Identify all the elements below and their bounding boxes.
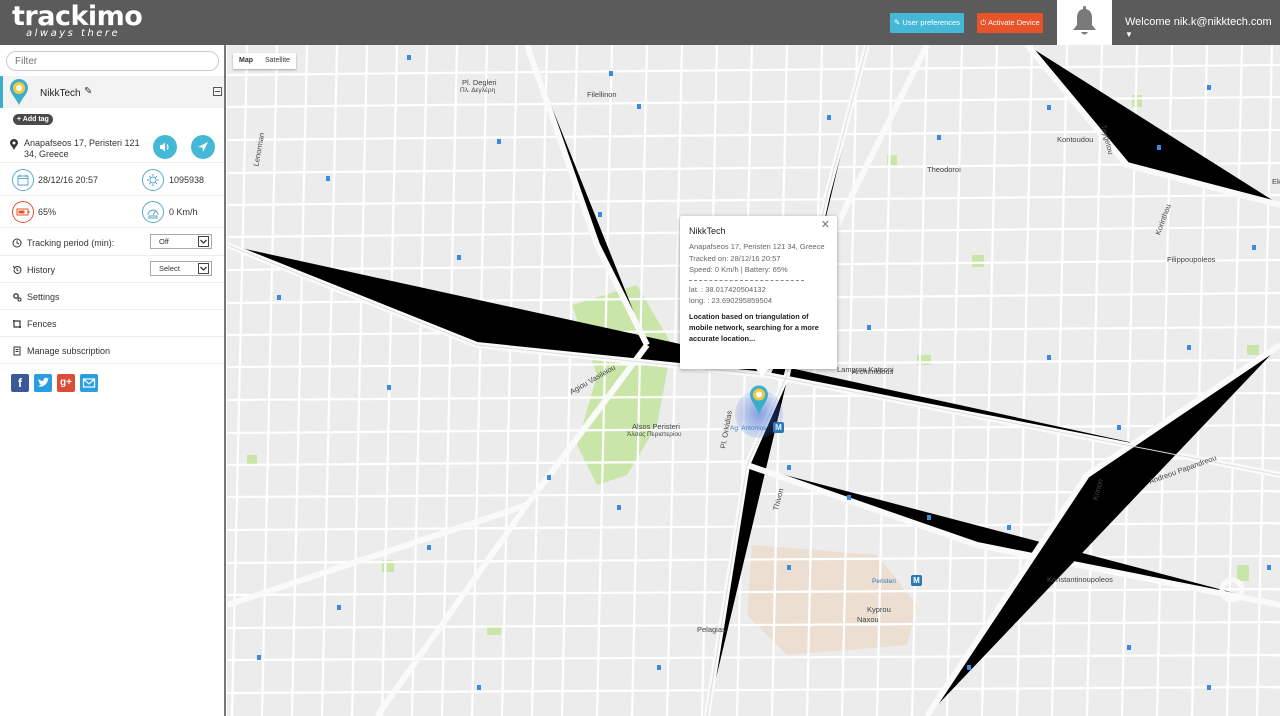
popup-longitude: long. : 23.690295859504 [689,296,772,306]
popup-speed-battery: Speed: 0 Km/h | Battery: 65% [689,264,788,274]
history-select[interactable]: Select [150,261,212,276]
date-id-row: 28/12/16 20:57 1095938 [0,164,224,196]
twitter-icon[interactable] [34,374,52,392]
facebook-icon[interactable]: f [11,374,29,392]
popup-address: Anapafseos 17, Peristeri 121 34, Greece [689,242,825,252]
map-type-map[interactable]: Map [233,53,259,69]
email-icon[interactable] [80,374,98,392]
device-info-popup: ✕ NikkTech Anapafseos 17, Peristeri 121 … [680,216,837,377]
speaker-icon [160,142,169,152]
device-location-pin-icon[interactable] [749,385,769,415]
popup-title: NikkTech [689,226,726,236]
locate-button[interactable] [191,135,215,159]
tracking-period-label: Tracking period (min): [27,238,115,248]
chevron-down-icon [198,236,209,247]
popup-tracked: Tracked on: 28/12/16 20:57 [689,253,781,263]
collapse-icon[interactable] [213,87,222,96]
battery-speed-row: 65% 0 Km/h [0,196,224,228]
calendar-icon [12,169,34,191]
map-type-control: Map Satellite [233,53,296,69]
device-address: Anapafseos 17, Peristeri 121 34, Greece [24,138,140,159]
welcome-text: Welcome nik.k@nikktech.com [1125,16,1272,28]
speed: 0 Km/h [169,207,198,217]
user-menu[interactable]: Welcome nik.k@nikktech.com ▼ [1125,16,1280,40]
popup-divider [689,280,804,282]
popup-note: Location based on triangulation of mobil… [689,311,819,344]
history-value: Select [159,264,180,273]
top-bar: trackimo always there ✎ User preferences… [0,0,1280,45]
user-preferences-button[interactable]: ✎ User preferences [890,13,964,33]
chevron-down-icon [198,263,209,274]
fence-icon [13,320,21,328]
settings-label: Settings [27,292,60,302]
sound-button[interactable] [153,135,177,159]
tracking-period-select[interactable]: Off [150,234,212,249]
clock-icon [12,238,22,248]
map-type-satellite[interactable]: Satellite [259,53,296,69]
fences-label: Fences [27,319,57,329]
history-icon [12,265,22,274]
map-canvas[interactable]: Pl. Degleri Πλ. Δεγλέρη Alsos Peristeri … [227,45,1280,716]
fences-row[interactable]: Fences [0,310,224,337]
device-row[interactable]: NikkTech ✎ [0,76,224,108]
bell-icon [1073,6,1096,35]
device-id: 1095938 [169,175,205,185]
notifications-button[interactable] [1057,0,1112,45]
settings-row[interactable]: Settings [0,283,224,310]
popup-latitude: lat. : 38.017420504132 [689,285,766,295]
trackimo-logo[interactable]: trackimo always there [12,1,143,39]
device-pin-icon [10,79,28,105]
device-id-icon [142,169,164,191]
battery-level: 65% [38,207,57,217]
activate-device-label: Activate Device [987,18,1040,27]
google-plus-icon[interactable]: g+ [57,374,75,392]
last-tracked-date: 28/12/16 20:57 [38,175,99,185]
popup-tail [756,369,768,377]
location-pin-icon [10,139,18,150]
activate-device-button[interactable]: ⏻ Activate Device [977,13,1043,33]
device-name: NikkTech [40,88,81,99]
logo-text: trackimo [12,1,143,32]
address-row: Anapafseos 17, Peristeri 121 34, Greece [0,129,224,163]
document-icon [13,346,21,356]
manage-subscription-label: Manage subscription [27,346,111,356]
bus-stop-markers [257,55,1271,690]
add-tag-button[interactable]: + Add tag [13,114,53,125]
user-preferences-label: User preferences [902,18,960,27]
history-row: History Select [0,256,224,283]
filter-input[interactable] [6,51,219,71]
tracking-period-row: Tracking period (min): Off [0,229,224,256]
gear-icon [13,293,22,302]
close-icon[interactable]: ✕ [821,219,830,231]
navigation-arrow-icon [198,142,208,152]
sidebar: NikkTech ✎ + Add tag Anapafseos 17, Peri… [0,45,226,716]
history-label[interactable]: History [27,265,55,275]
manage-subscription-row[interactable]: Manage subscription [0,337,224,364]
battery-icon [12,201,34,223]
tracking-period-value: Off [159,237,169,246]
edit-icon[interactable]: ✎ [84,86,92,97]
wrench-icon: ✎ [894,18,901,27]
speedometer-icon [142,201,164,223]
power-icon: ⏻ [980,18,987,27]
chevron-down-icon: ▼ [1125,30,1133,39]
